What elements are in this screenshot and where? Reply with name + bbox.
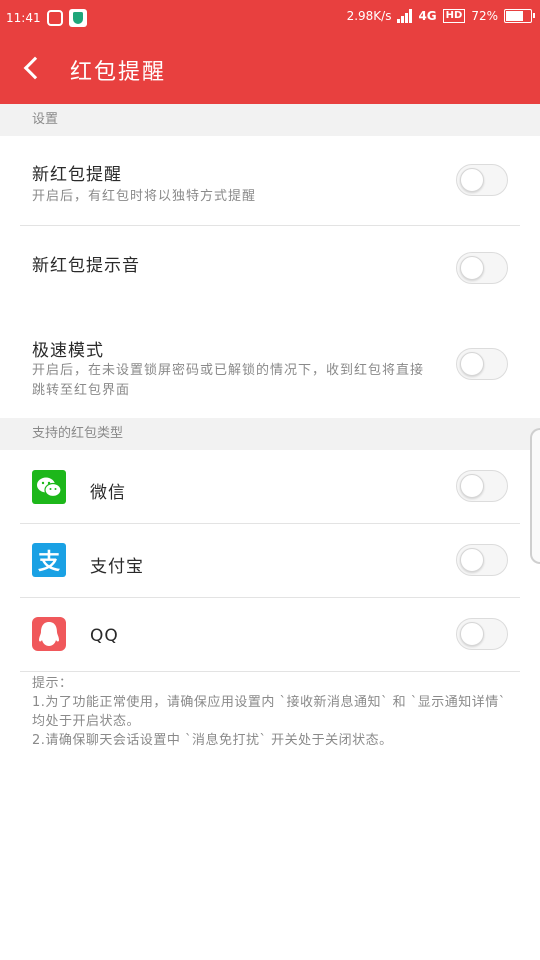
qq-icon (32, 617, 66, 651)
signal-icon (397, 9, 413, 23)
toggle-knob (460, 548, 484, 572)
battery-percent: 72% (471, 9, 498, 23)
speed-mode-toggle[interactable] (456, 348, 508, 380)
hd-icon: HD (442, 9, 466, 23)
tips-line-1: 1.为了功能正常使用，请确保应用设置内 `接收新消息通知` 和 `显示通知详情`… (32, 695, 506, 729)
app-label: 支付宝 (90, 557, 144, 577)
setting-row-new-packet-alert: 新红包提醒 开启后，有红包时将以独特方式提醒 (0, 136, 540, 226)
tips-line-2: 2.请确保聊天会话设置中 `消息免打扰` 开关处于关闭状态。 (32, 733, 393, 748)
setting-title: 新红包提示音 (32, 256, 140, 276)
page-title: 红包提醒 (70, 60, 167, 85)
section-header-types: 支持的红包类型 (0, 418, 540, 450)
section-header-settings: 设置 (0, 104, 540, 136)
tips-section: 提示： 1.为了功能正常使用，请确保应用设置内 `接收新消息通知` 和 `显示通… (32, 674, 512, 750)
alipay-toggle[interactable] (456, 544, 508, 576)
tips-heading: 提示： (32, 676, 73, 691)
status-time: 11:41 (6, 11, 41, 25)
new-packet-alert-toggle[interactable] (456, 164, 508, 196)
net-speed: 2.98K/s (346, 9, 392, 23)
toggle-knob (460, 474, 484, 498)
shield-icon (68, 9, 87, 27)
app-header: 11:41 2.98K/s 4G HD 72% 红包提醒 (0, 0, 540, 104)
app-row-wechat: 微信 (0, 450, 540, 523)
alipay-icon: 支 (32, 543, 66, 577)
edge-handle[interactable] (530, 428, 540, 564)
setting-desc: 开启后，有红包时将以独特方式提醒 (32, 189, 257, 204)
new-packet-sound-toggle[interactable] (456, 252, 508, 284)
toggle-knob (460, 256, 484, 280)
setting-title: 极速模式 (32, 341, 104, 361)
app-row-alipay: 支 支付宝 (0, 524, 540, 597)
qq-toggle[interactable] (456, 618, 508, 650)
toggle-knob (460, 352, 484, 376)
battery-icon (504, 9, 535, 23)
toggle-knob (460, 622, 484, 646)
divider (20, 671, 520, 672)
setting-desc: 开启后，在未设置锁屏密码或已解锁的情况下，收到红包将直接跳转至红包界面 (32, 363, 425, 398)
app-row-qq: QQ (0, 598, 540, 671)
setting-row-speed-mode: 极速模式 开启后，在未设置锁屏密码或已解锁的情况下，收到红包将直接跳转至红包界面 (0, 318, 540, 418)
title-bar: 红包提醒 (0, 34, 540, 104)
setting-title: 新红包提醒 (32, 165, 122, 185)
wechat-icon (32, 470, 66, 504)
notification-icon (46, 10, 63, 26)
app-label: QQ (90, 626, 119, 646)
toggle-knob (460, 168, 484, 192)
app-label: 微信 (90, 483, 126, 503)
setting-row-new-packet-sound: 新红包提示音 (0, 226, 540, 318)
back-button[interactable] (18, 52, 50, 84)
network-type: 4G (418, 9, 437, 23)
wechat-toggle[interactable] (456, 470, 508, 502)
status-bar: 11:41 2.98K/s 4G HD 72% (0, 0, 540, 34)
